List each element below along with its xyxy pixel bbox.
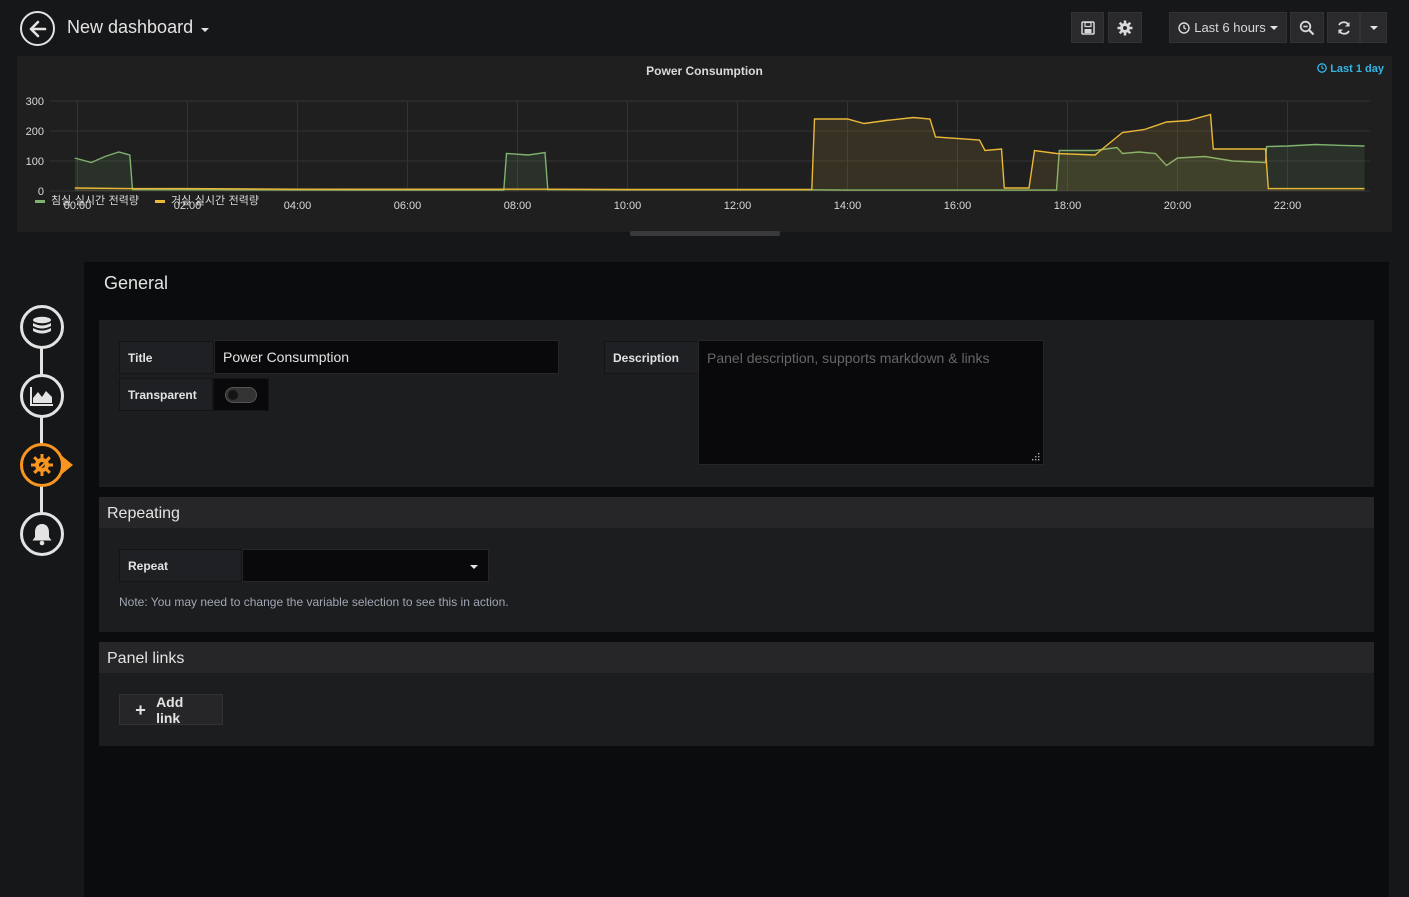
plus-icon — [135, 704, 146, 715]
x-tick-label: 04:00 — [284, 200, 312, 212]
power-chart[interactable]: 010020030000:00 02:00 04:00 06:00 08:00 10:00… — [17, 56, 1392, 232]
x-tick-label: 16:00 — [944, 200, 972, 212]
title-input[interactable]: Power Consumption — [214, 340, 559, 374]
time-range-label: Last 6 hours — [1194, 20, 1266, 35]
gear-icon — [1117, 20, 1133, 35]
toggle-switch[interactable] — [225, 386, 257, 403]
active-step-pointer — [62, 456, 73, 474]
legend-swatch — [35, 200, 45, 203]
save-button[interactable] — [1071, 12, 1104, 43]
add-link-button[interactable]: Add link — [119, 693, 223, 726]
refresh-icon — [1337, 20, 1350, 35]
area-chart-icon — [30, 387, 53, 406]
legend-label: 침실 실시간 전력량 — [51, 194, 139, 207]
repeating-section: Repeating Repeat Note: You may need to c… — [99, 497, 1374, 632]
step-connector — [40, 485, 43, 515]
add-link-label: Add link — [156, 693, 184, 726]
panel-links-section: Panel links Add link — [99, 642, 1374, 746]
repeat-select[interactable] — [242, 549, 489, 582]
x-tick-label: 06:00 — [394, 200, 422, 212]
x-tick-label: 14:00 — [834, 200, 862, 212]
panel-links-header: Panel links — [99, 642, 1374, 673]
y-tick-label: 300 — [26, 96, 44, 108]
queries-step[interactable] — [20, 305, 64, 349]
settings-button[interactable] — [1108, 12, 1142, 43]
repeat-note: Note: You may need to change the variabl… — [119, 595, 509, 609]
repeating-header: Repeating — [99, 497, 1374, 528]
title-label: Title — [119, 341, 214, 374]
back-arrow-icon — [29, 20, 46, 37]
transparent-label: Transparent — [119, 378, 213, 411]
caret-down-icon — [201, 27, 210, 32]
time-range-picker[interactable]: Last 6 hours — [1169, 12, 1287, 43]
y-tick-label: 200 — [26, 126, 44, 138]
database-icon — [33, 316, 51, 334]
description-label: Description — [604, 341, 699, 374]
toggle-knob — [228, 389, 238, 400]
save-icon — [1080, 20, 1095, 35]
settings-tools-icon — [31, 454, 53, 476]
step-connector — [40, 416, 43, 446]
graph-panel[interactable]: Power Consumption Last 1 day 0 100 200 300 0… — [17, 56, 1392, 232]
x-tick-label: 20:00 — [1164, 200, 1192, 212]
y-tick-label: 100 — [26, 156, 44, 168]
dashboard-title: New dashboard — [67, 17, 194, 37]
description-textarea[interactable]: Panel description, supports markdown & l… — [698, 340, 1044, 465]
top-navbar: New dashboard Last 6 hours — [0, 0, 1409, 56]
bell-icon — [32, 524, 52, 546]
general-step[interactable] — [20, 443, 64, 487]
zoom-out-icon — [1299, 20, 1315, 35]
panel-editor: General Title Power Consumption Transpar… — [84, 262, 1389, 897]
refresh-interval-dropdown[interactable] — [1360, 12, 1387, 43]
transparent-toggle[interactable] — [213, 378, 269, 411]
refresh-button[interactable] — [1327, 12, 1360, 43]
series-area — [74, 114, 1365, 191]
editor-section-title: General — [104, 273, 169, 293]
alert-step[interactable] — [20, 512, 64, 556]
y-tick-label: 0 — [38, 186, 44, 198]
x-tick-label: 08:00 — [504, 200, 532, 212]
chevron-down-icon — [1369, 25, 1378, 30]
visualization-step[interactable] — [20, 374, 64, 418]
caret-down-icon — [1269, 25, 1278, 30]
clock-icon — [1178, 21, 1190, 34]
back-button[interactable] — [20, 11, 55, 46]
textarea-resize-grip[interactable] — [1032, 453, 1040, 461]
general-section: Title Power Consumption Transparent Desc… — [99, 320, 1374, 487]
zoom-out-button[interactable] — [1290, 12, 1324, 43]
dashboard-title-dropdown[interactable]: New dashboard — [67, 17, 210, 38]
x-tick-label: 22:00 — [1274, 200, 1302, 212]
x-tick-label: 10:00 — [614, 200, 642, 212]
x-tick-label: 18:00 — [1054, 200, 1082, 212]
legend-swatch — [155, 200, 165, 203]
repeat-label: Repeat — [119, 549, 242, 582]
panel-resize-handle[interactable] — [630, 231, 780, 236]
legend-label: 거실 실시간 전력량 — [171, 194, 259, 207]
x-tick-label: 12:00 — [724, 200, 752, 212]
caret-down-icon — [470, 565, 478, 569]
